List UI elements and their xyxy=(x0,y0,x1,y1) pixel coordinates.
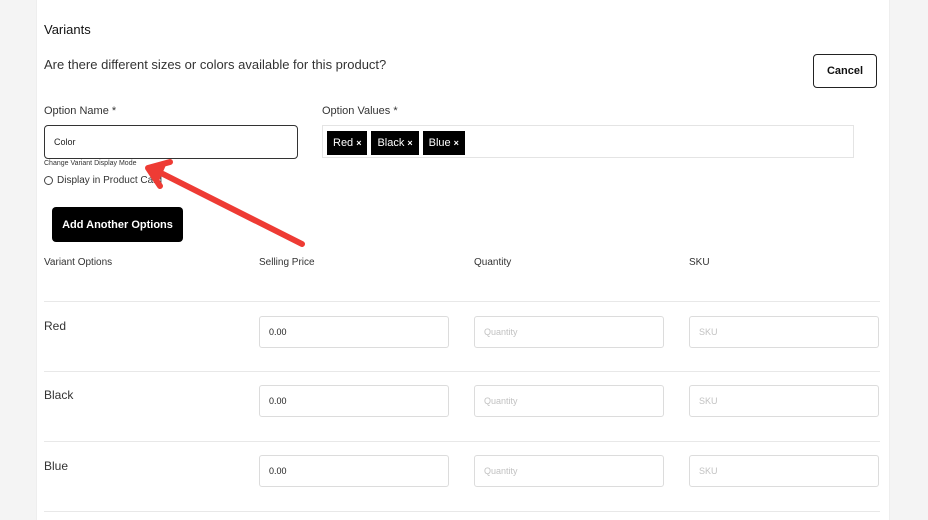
arrow-shaft xyxy=(160,171,305,247)
annotation-arrow-icon xyxy=(145,159,305,247)
